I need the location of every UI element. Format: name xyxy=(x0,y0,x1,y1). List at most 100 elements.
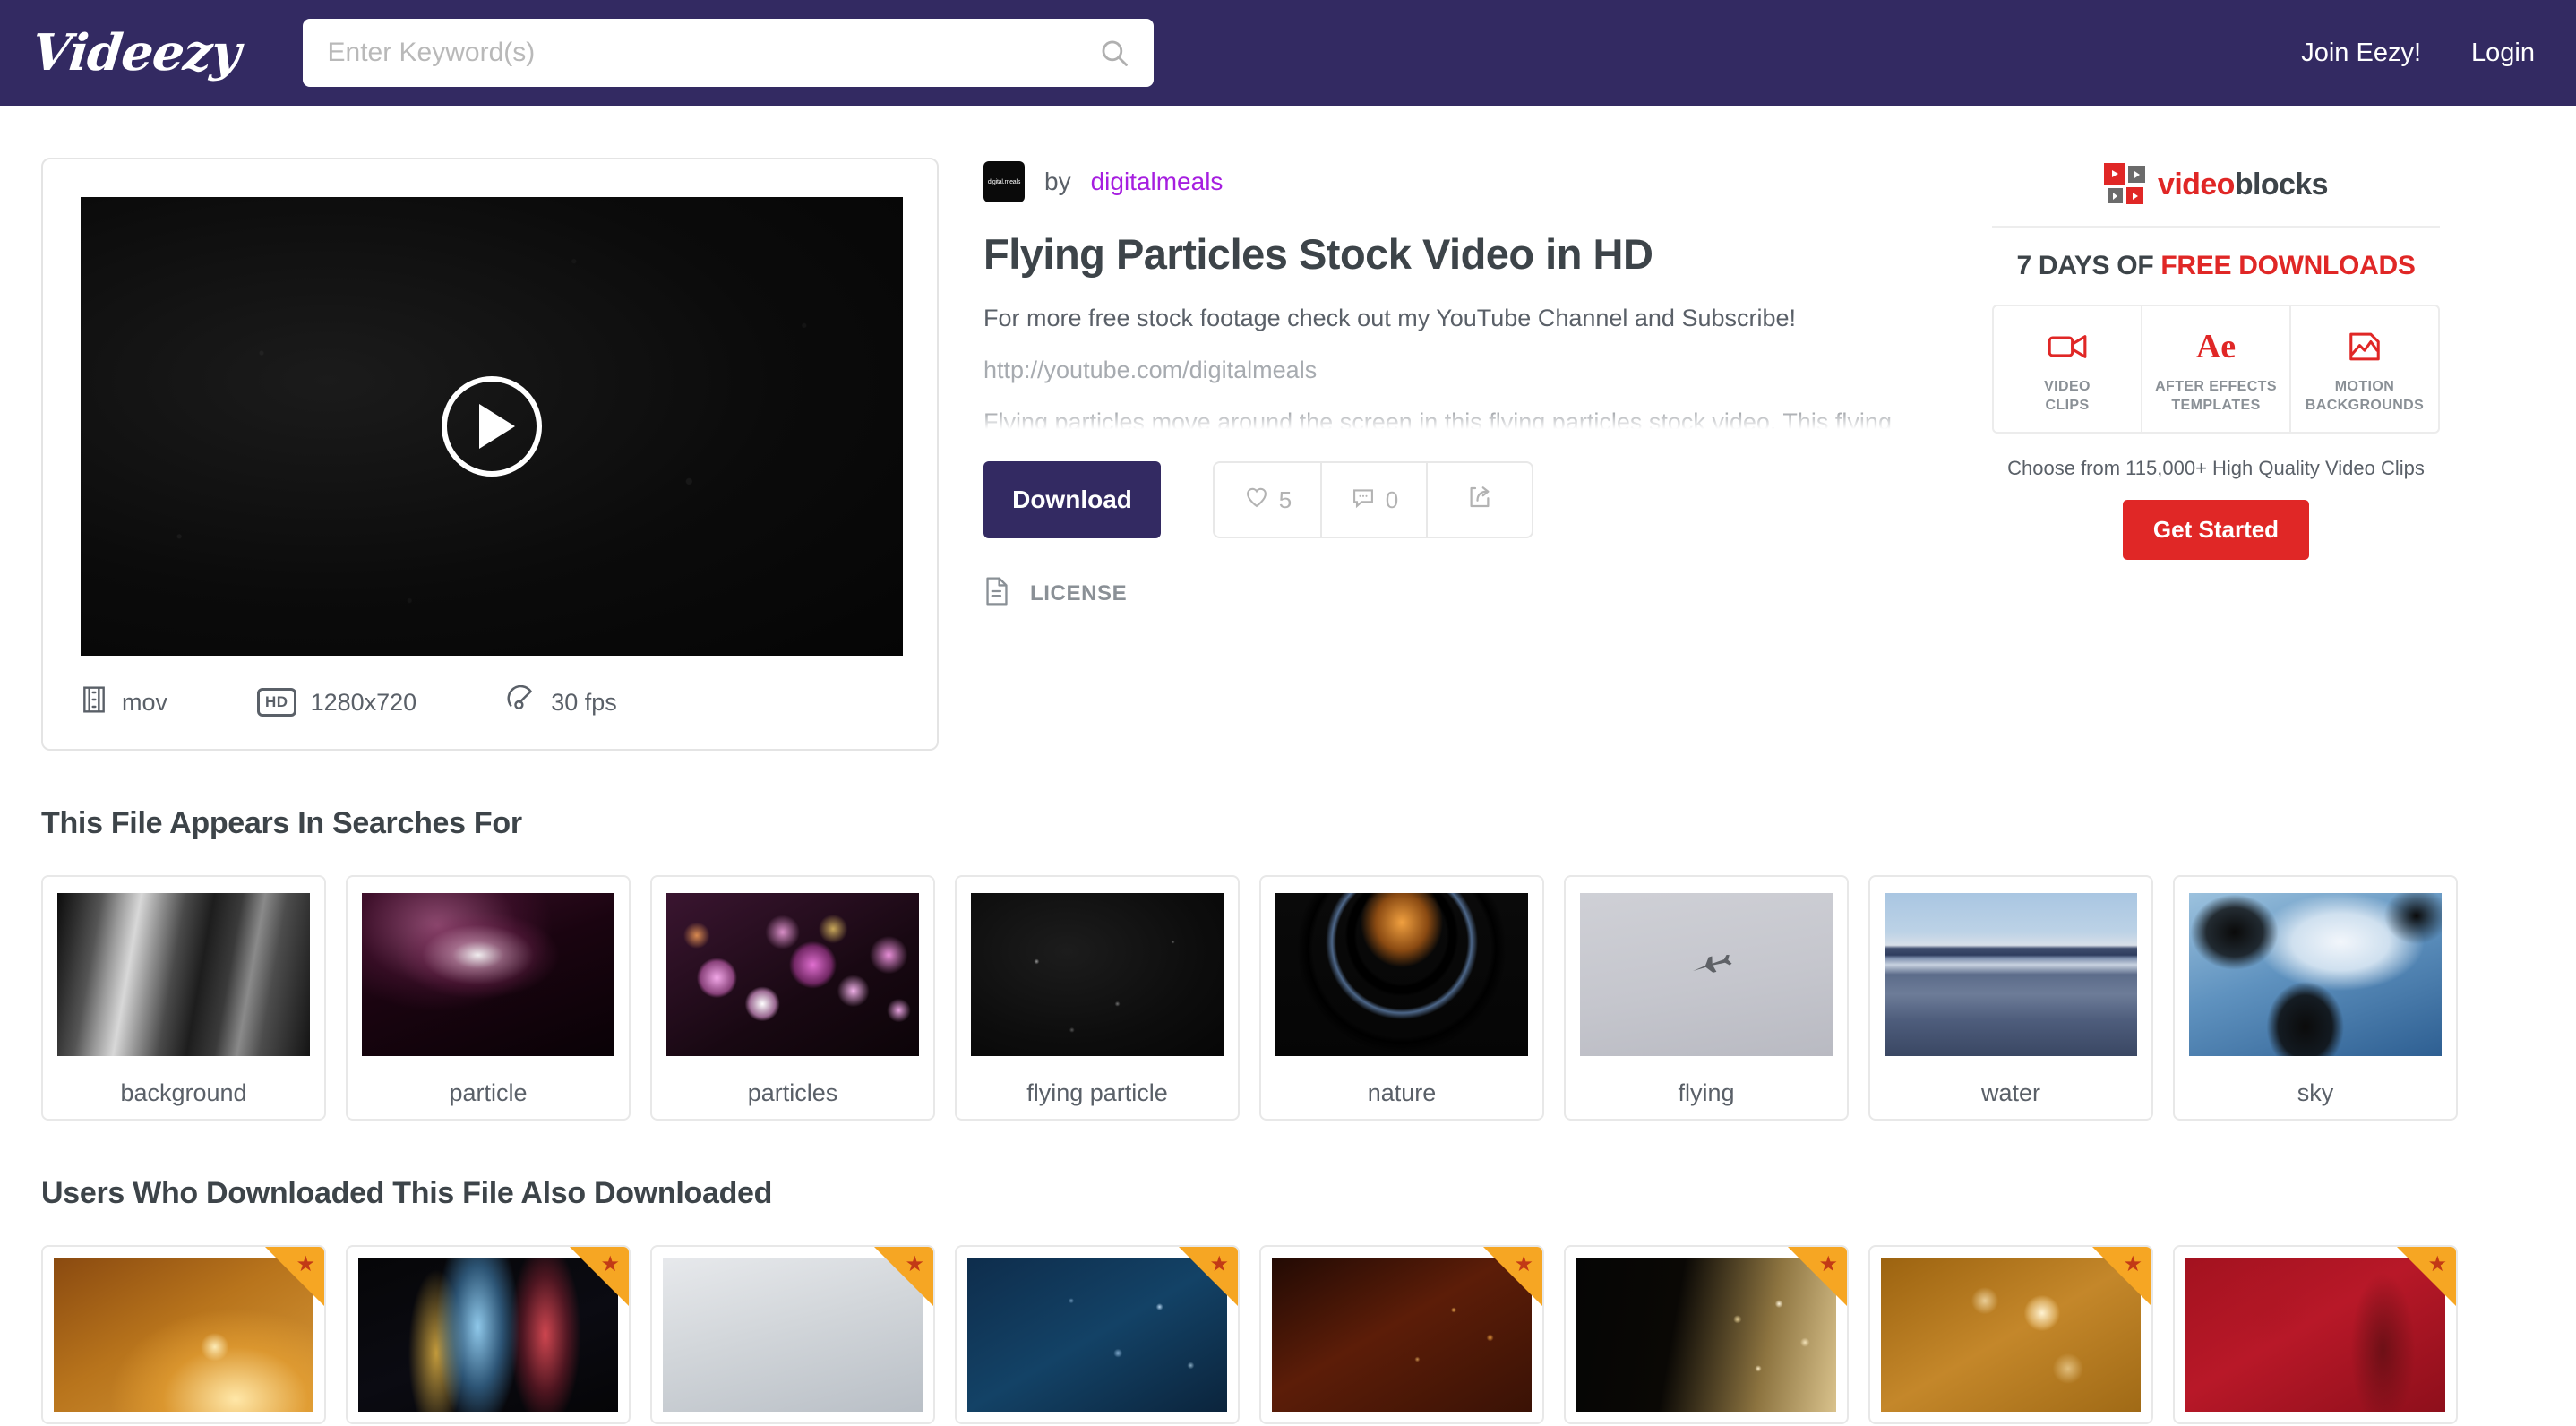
tag-card-flying[interactable]: flying xyxy=(1564,875,1849,1121)
ad-tile-label-motion: MOTION BACKGROUNDS xyxy=(2297,378,2433,416)
image-mountain-icon xyxy=(2297,326,2433,367)
premium-ribbon: ★ xyxy=(1483,1247,1542,1306)
tag-card-label: background xyxy=(120,1079,246,1107)
star-icon: ★ xyxy=(600,1254,620,1276)
author-by-label: by xyxy=(1044,168,1071,196)
ad-subtext: Choose from 115,000+ High Quality Video … xyxy=(1992,457,2440,480)
searches-card-row: background particle particles flying par… xyxy=(41,875,2535,1121)
tag-card-particle[interactable]: particle xyxy=(346,875,631,1121)
comment-count: 0 xyxy=(1386,486,1398,514)
brand-logo[interactable]: Videezy xyxy=(30,23,243,82)
tag-thumbnail xyxy=(362,893,614,1056)
star-icon: ★ xyxy=(2123,1254,2142,1276)
also-downloaded-section-title: Users Who Downloaded This File Also Down… xyxy=(41,1176,2535,1211)
videoblocks-word-blocks: blocks xyxy=(2235,168,2328,202)
top-row: mov HD 1280x720 30 fps xyxy=(41,158,2535,751)
play-triangle xyxy=(479,404,515,449)
tag-card-label: flying particle xyxy=(1026,1079,1168,1107)
search-icon[interactable] xyxy=(1098,37,1130,69)
searches-section: This File Appears In Searches For backgr… xyxy=(41,806,2535,1121)
star-icon: ★ xyxy=(905,1254,924,1276)
download-card[interactable]: ★ xyxy=(1868,1245,2153,1424)
get-started-button[interactable]: Get Started xyxy=(2123,500,2309,560)
asset-description: For more free stock footage check out my… xyxy=(983,302,1951,429)
tag-thumbnail xyxy=(1580,893,1833,1056)
tag-card-particles[interactable]: particles xyxy=(650,875,935,1121)
star-icon: ★ xyxy=(1514,1254,1533,1276)
after-effects-icon: Ae xyxy=(2148,326,2284,367)
ad-tile-after-effects[interactable]: Ae AFTER EFFECTS TEMPLATES xyxy=(2141,306,2289,432)
meta-format: mov xyxy=(81,685,167,720)
tag-card-label: particles xyxy=(748,1079,838,1107)
join-eezy-link[interactable]: Join Eezy! xyxy=(2301,39,2421,68)
tag-thumbnail xyxy=(57,893,310,1056)
ad-tile-motion-backgrounds[interactable]: MOTION BACKGROUNDS xyxy=(2289,306,2438,432)
video-camera-icon xyxy=(1999,326,2135,367)
action-row: Download 5 xyxy=(983,461,1951,538)
star-icon: ★ xyxy=(1209,1254,1229,1276)
tag-thumbnail xyxy=(1275,893,1528,1056)
videoblocks-wordmark: videoblocks xyxy=(2158,168,2328,202)
page-title: Flying Particles Stock Video in HD xyxy=(983,229,1951,279)
also-downloaded-section: Users Who Downloaded This File Also Down… xyxy=(41,1176,2535,1424)
share-button[interactable] xyxy=(1426,463,1532,537)
tag-card-nature[interactable]: nature xyxy=(1259,875,1544,1121)
download-card[interactable]: ★ xyxy=(2173,1245,2458,1424)
meta-framerate: 30 fps xyxy=(506,685,617,720)
film-strip-icon xyxy=(81,685,107,720)
star-icon: ★ xyxy=(2427,1254,2447,1276)
like-count: 5 xyxy=(1279,486,1292,514)
meta-framerate-label: 30 fps xyxy=(551,689,617,717)
tag-card-sky[interactable]: sky xyxy=(2173,875,2458,1121)
download-card[interactable]: ★ xyxy=(1259,1245,1544,1424)
tag-card-label: water xyxy=(1981,1079,2040,1107)
page-body: mov HD 1280x720 30 fps xyxy=(0,158,2576,1424)
tag-card-label: particle xyxy=(449,1079,527,1107)
premium-ribbon: ★ xyxy=(265,1247,324,1306)
ad-headline-dark: 7 DAYS OF xyxy=(2016,251,2160,280)
play-icon[interactable] xyxy=(442,376,542,477)
hd-badge-icon: HD xyxy=(257,688,296,717)
premium-ribbon: ★ xyxy=(1788,1247,1847,1306)
like-button[interactable]: 5 xyxy=(1215,463,1320,537)
download-card[interactable]: ★ xyxy=(1564,1245,1849,1424)
premium-ribbon: ★ xyxy=(570,1247,629,1306)
download-card[interactable]: ★ xyxy=(41,1245,326,1424)
login-link[interactable]: Login xyxy=(2471,39,2535,68)
stat-group: 5 0 xyxy=(1213,461,1533,538)
tag-card-background[interactable]: background xyxy=(41,875,326,1121)
tag-card-water[interactable]: water xyxy=(1868,875,2153,1121)
after-effects-glyph: Ae xyxy=(2196,327,2236,366)
tag-card-label: sky xyxy=(2297,1079,2334,1107)
search-input[interactable] xyxy=(303,19,1154,87)
video-player[interactable] xyxy=(81,197,903,656)
ad-tile-video-clips[interactable]: VIDEO CLIPS xyxy=(1994,306,2141,432)
premium-ribbon: ★ xyxy=(2092,1247,2151,1306)
tag-card-label: flying xyxy=(1678,1079,1734,1107)
tag-thumbnail xyxy=(1885,893,2137,1056)
meta-resolution: HD 1280x720 xyxy=(257,688,416,717)
document-icon xyxy=(983,576,1010,611)
videoblocks-ad-panel: videoblocks 7 DAYS OF FREE DOWNLOADS VID… xyxy=(1992,158,2440,751)
ad-headline: 7 DAYS OF FREE DOWNLOADS xyxy=(1992,251,2440,281)
download-card[interactable]: ★ xyxy=(650,1245,935,1424)
videoblocks-logo[interactable]: videoblocks xyxy=(1992,163,2440,206)
tag-card-flying-particle[interactable]: flying particle xyxy=(955,875,1240,1121)
avatar[interactable]: digital.meals xyxy=(983,161,1025,202)
license-link[interactable]: LICENSE xyxy=(983,576,1951,611)
author-link[interactable]: digitalmeals xyxy=(1091,168,1224,196)
author-row: digital.meals by digitalmeals xyxy=(983,161,1951,202)
site-header: Videezy Join Eezy! Login xyxy=(0,0,2576,106)
heart-icon xyxy=(1243,485,1270,516)
ad-headline-red: FREE DOWNLOADS xyxy=(2160,251,2415,280)
download-button[interactable]: Download xyxy=(983,461,1161,538)
ad-tiles: VIDEO CLIPS Ae AFTER EFFECTS TEMPLATES xyxy=(1992,305,2440,434)
download-card[interactable]: ★ xyxy=(346,1245,631,1424)
download-card[interactable]: ★ xyxy=(955,1245,1240,1424)
star-icon: ★ xyxy=(1818,1254,1838,1276)
search-bar xyxy=(303,19,1154,87)
license-label: LICENSE xyxy=(1030,581,1127,606)
description-link[interactable]: http://youtube.com/digitalmeals xyxy=(983,356,1951,384)
comment-button[interactable]: 0 xyxy=(1320,463,1426,537)
description-line1: For more free stock footage check out my… xyxy=(983,302,1951,335)
